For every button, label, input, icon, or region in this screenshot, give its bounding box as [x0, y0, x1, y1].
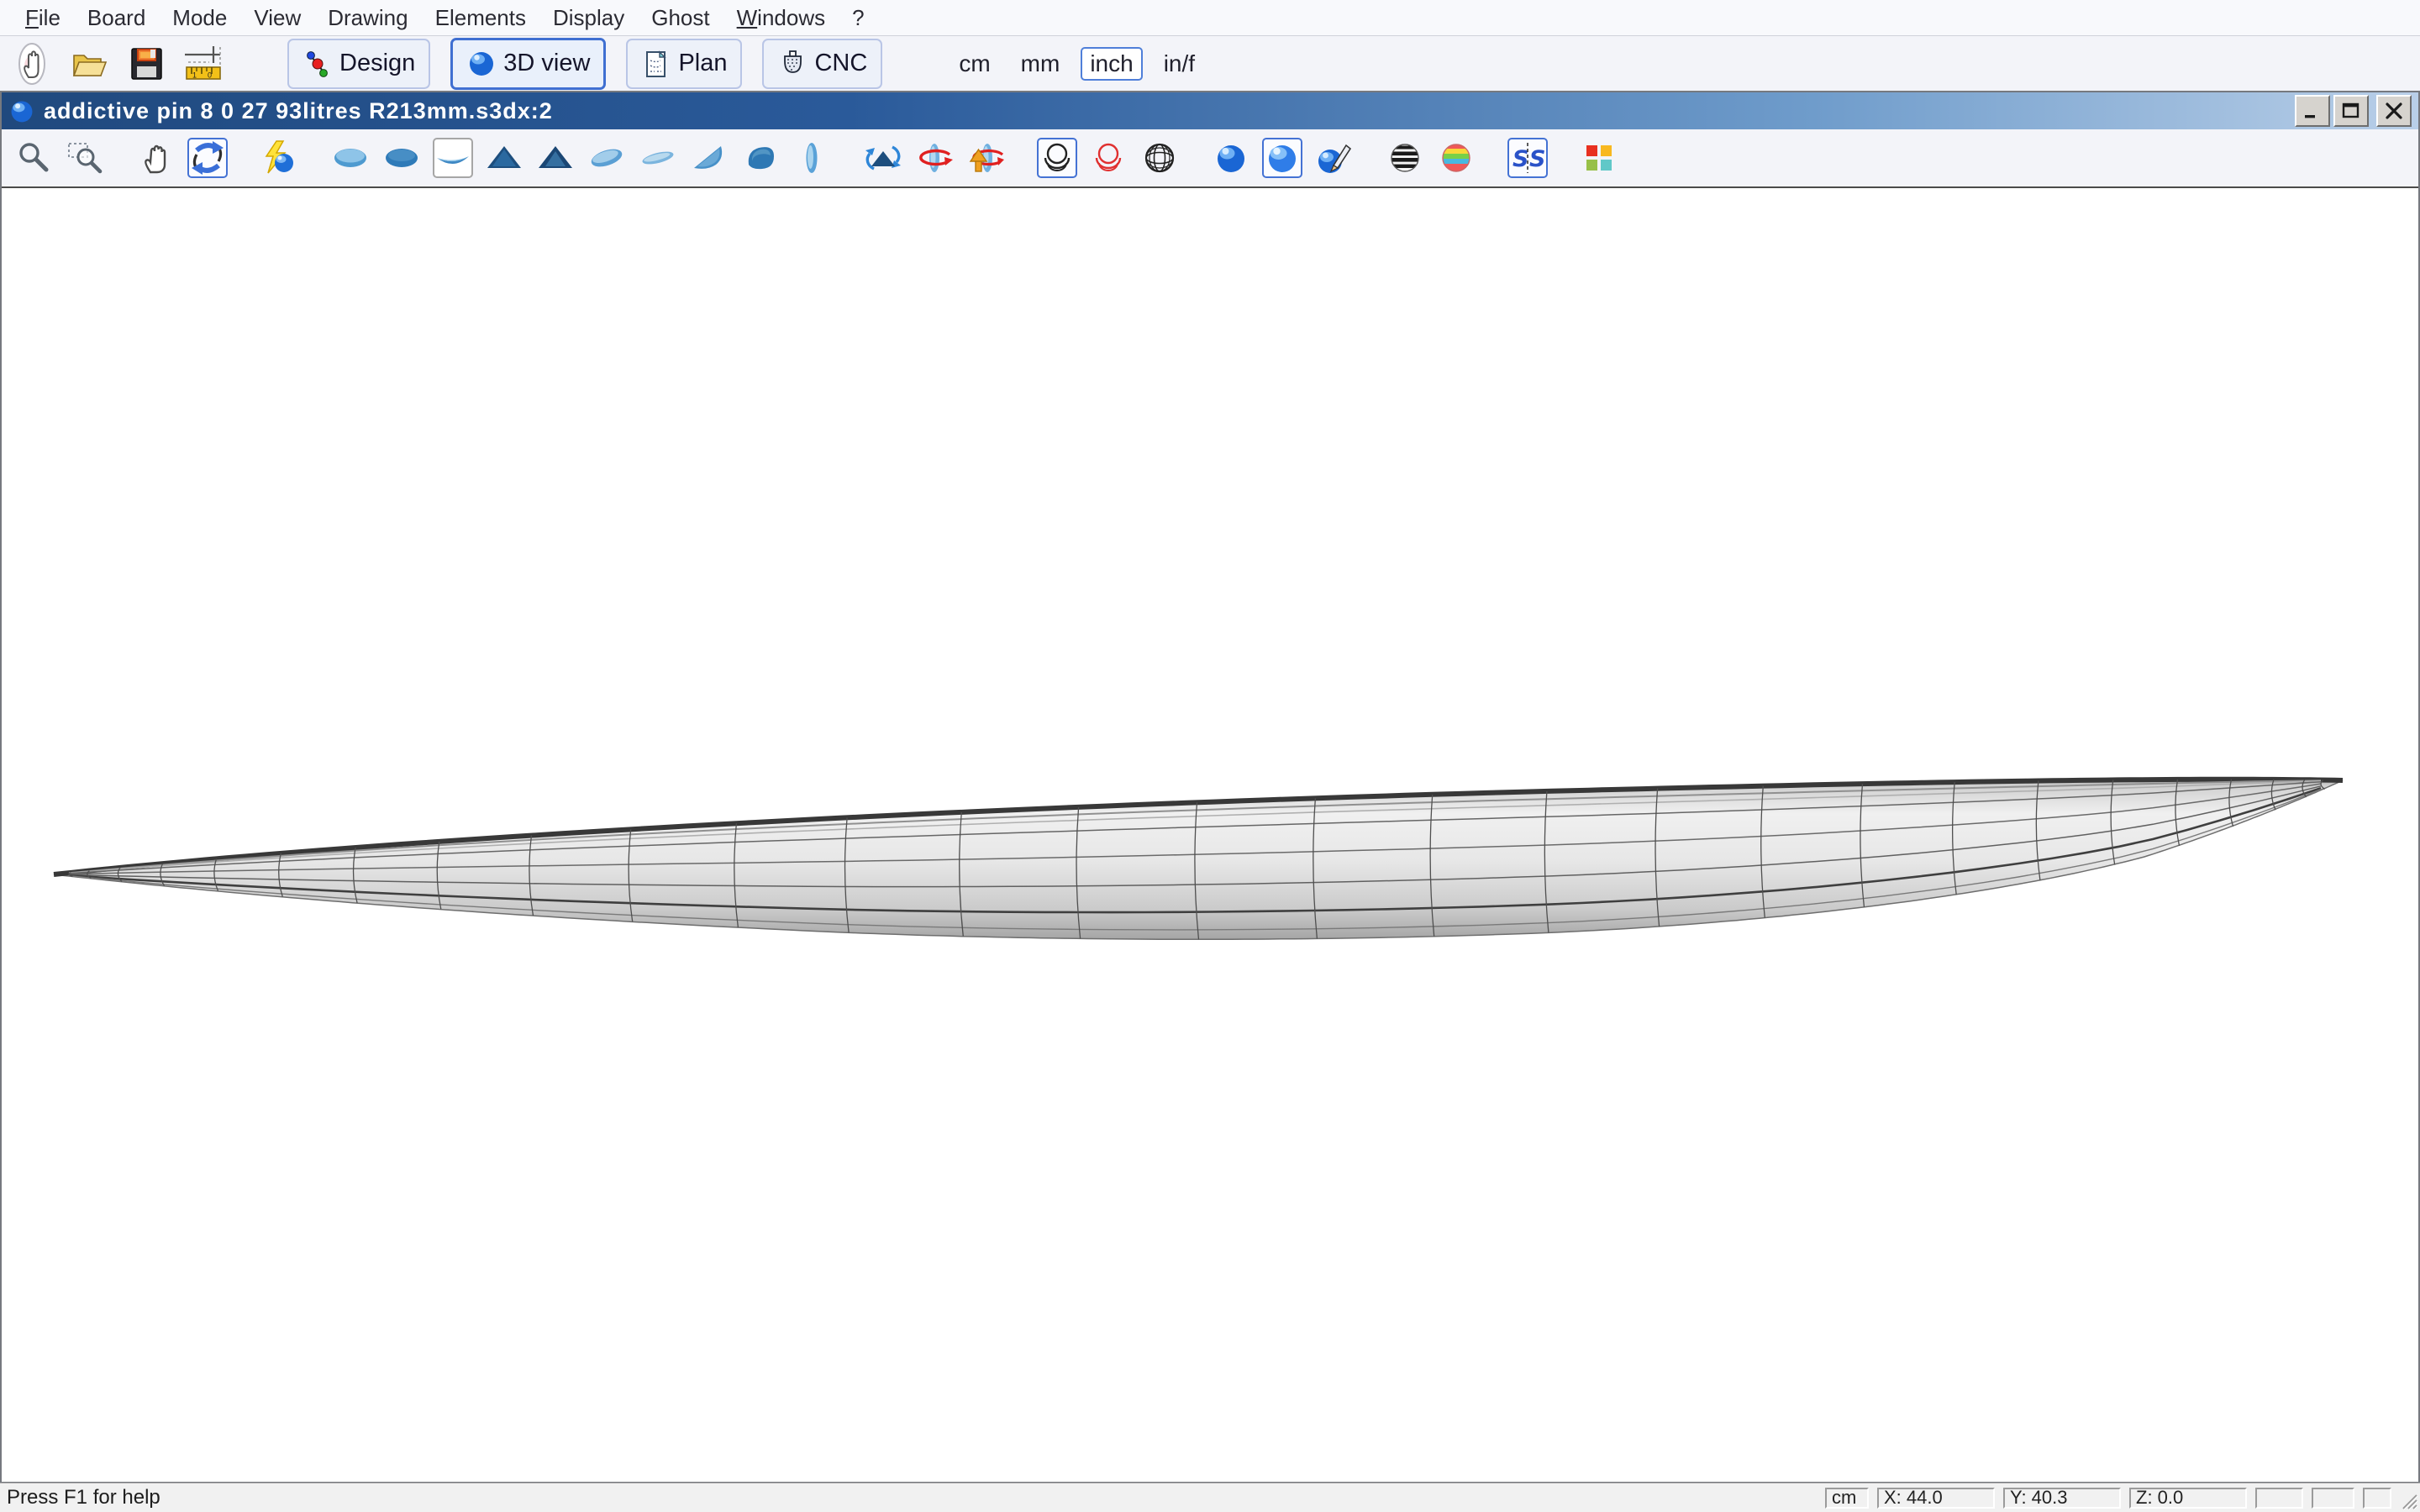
svg-text:1: 1 — [192, 71, 197, 79]
view-bottom-icon[interactable] — [381, 138, 422, 178]
svg-text:S: S — [1529, 146, 1545, 172]
menu-mode[interactable]: Mode — [159, 5, 240, 31]
svg-text:S: S — [1512, 146, 1528, 172]
close-button[interactable] — [2376, 95, 2412, 127]
open-folder-icon[interactable] — [66, 40, 113, 87]
view-back-icon[interactable] — [535, 138, 576, 178]
surfboard-3d-render — [2, 188, 2418, 1482]
window-controls — [2295, 95, 2412, 127]
rotate-view-icon[interactable] — [187, 138, 228, 178]
menu-view[interactable]: View — [240, 5, 314, 31]
zebra-shading-icon[interactable] — [1385, 138, 1425, 178]
wireframe-sphere-icon[interactable] — [1139, 138, 1180, 178]
shaded-sphere-current-icon[interactable] — [1262, 138, 1302, 178]
shaded-sphere-icon[interactable] — [1211, 138, 1251, 178]
menu-windows[interactable]: Windows — [723, 5, 839, 31]
zoom-window-icon[interactable] — [65, 138, 105, 178]
svg-text:0: 0 — [208, 71, 212, 79]
document-title: addictive pin 8 0 27 93litres R213mm.s3d… — [44, 98, 553, 124]
plan-button[interactable]: Plan — [626, 39, 742, 89]
minimize-icon — [2302, 101, 2323, 121]
view-persp-side-icon[interactable] — [638, 138, 678, 178]
maximize-icon — [2340, 101, 2362, 121]
status-field-empty-4 — [2255, 1488, 2303, 1509]
rotate-front-icon[interactable] — [863, 138, 903, 178]
document-window: addictive pin 8 0 27 93litres R213mm.s3d… — [0, 91, 2420, 1483]
close-icon — [2383, 101, 2405, 121]
menu-drawing[interactable]: Drawing — [314, 5, 421, 31]
wireframe-contour-icon[interactable] — [1037, 138, 1077, 178]
app-sphere-icon — [8, 97, 35, 124]
view-top-icon[interactable] — [330, 138, 371, 178]
view-front-ellipse-icon[interactable] — [792, 138, 832, 178]
view-persp-blob-icon[interactable] — [740, 138, 781, 178]
design-button[interactable]: Design — [287, 39, 430, 89]
menu-file[interactable]: File — [12, 5, 74, 31]
menu-display[interactable]: Display — [539, 5, 638, 31]
maximize-button[interactable] — [2333, 95, 2369, 127]
unit-inch[interactable]: inch — [1081, 47, 1142, 81]
view-front-icon[interactable] — [484, 138, 524, 178]
unit-toggle-group: cmmminch in/f — [950, 47, 1204, 81]
3d-view-button[interactable]: 3D view — [450, 38, 606, 90]
design-nodes-icon — [302, 49, 333, 79]
cnc-bit-icon — [777, 49, 808, 79]
curvature-shading-icon[interactable] — [1436, 138, 1476, 178]
cnc-button[interactable]: CNC — [762, 39, 882, 89]
status-field-cm: cm — [1825, 1488, 1869, 1509]
mode-button-label: Plan — [678, 50, 727, 77]
view-toolbar: SS — [2, 129, 2418, 188]
menu-elements[interactable]: Elements — [422, 5, 539, 31]
view-persp-top-icon[interactable] — [587, 138, 627, 178]
menu-board[interactable]: Board — [74, 5, 159, 31]
view-side-icon[interactable] — [433, 138, 473, 178]
design-overlay-icon[interactable] — [1313, 138, 1354, 178]
rotate-horizontal-icon[interactable] — [914, 138, 955, 178]
unit-in-f[interactable]: in/f — [1155, 47, 1204, 81]
status-field-empty-5 — [2312, 1488, 2354, 1509]
menu-ghost[interactable]: Ghost — [638, 5, 723, 31]
render-light-icon[interactable] — [259, 138, 299, 178]
menu-bar: FileBoardModeViewDrawingElementsDisplayG… — [0, 0, 2420, 36]
application-window: FileBoardModeViewDrawingElementsDisplayG… — [0, 0, 2420, 1512]
unit-mm[interactable]: mm — [1012, 47, 1070, 81]
mode-button-label: 3D view — [503, 50, 590, 77]
view-persp-quarter-icon[interactable] — [689, 138, 729, 178]
status-help-text: Press F1 for help — [0, 1486, 160, 1509]
zoom-icon[interactable] — [13, 138, 54, 178]
rotate-vertical-icon[interactable] — [965, 138, 1006, 178]
status-bar: Press F1 for help cm X: 44.0 Y: 40.3 Z: 0.0 — [0, 1483, 2420, 1512]
mode-button-label: Design — [339, 50, 415, 77]
menu-?[interactable]: ? — [839, 5, 877, 31]
pan-hand-icon[interactable] — [136, 138, 176, 178]
symmetry-toggle-icon[interactable]: SS — [1507, 138, 1548, 178]
wireframe-contour-red-icon[interactable] — [1088, 138, 1128, 178]
main-toolbar: 10 Design3D viewPlanCNC cmmminchin/f — [0, 36, 2420, 91]
measurements-icon[interactable]: 10 — [180, 40, 227, 87]
coordinate-fields: cm X: 44.0 Y: 40.3 Z: 0.0 — [1825, 1488, 2391, 1509]
unit-cm[interactable]: cm — [950, 47, 999, 81]
resize-grip[interactable] — [2398, 1490, 2418, 1510]
mode-button-group: Design 3D view Plan CNC — [287, 38, 902, 90]
document-titlebar[interactable]: addictive pin 8 0 27 93litres R213mm.s3d… — [2, 92, 2418, 129]
minimize-button[interactable] — [2295, 95, 2330, 127]
mode-button-label: CNC — [814, 50, 867, 77]
wizard-hand-icon[interactable] — [8, 40, 55, 87]
status-field-z: Z: 0.0 — [2129, 1488, 2247, 1509]
viewport-3d[interactable] — [2, 188, 2418, 1482]
color-tiles-icon[interactable] — [1579, 138, 1619, 178]
status-field-x: X: 44.0 — [1877, 1488, 1995, 1509]
file-icon-group: 10 — [8, 40, 237, 87]
sphere-3d-icon — [466, 49, 497, 79]
plan-document-icon — [641, 49, 671, 79]
status-field-empty-6 — [2363, 1488, 2391, 1509]
status-field-y: Y: 40.3 — [2003, 1488, 2121, 1509]
save-icon[interactable] — [123, 40, 170, 87]
